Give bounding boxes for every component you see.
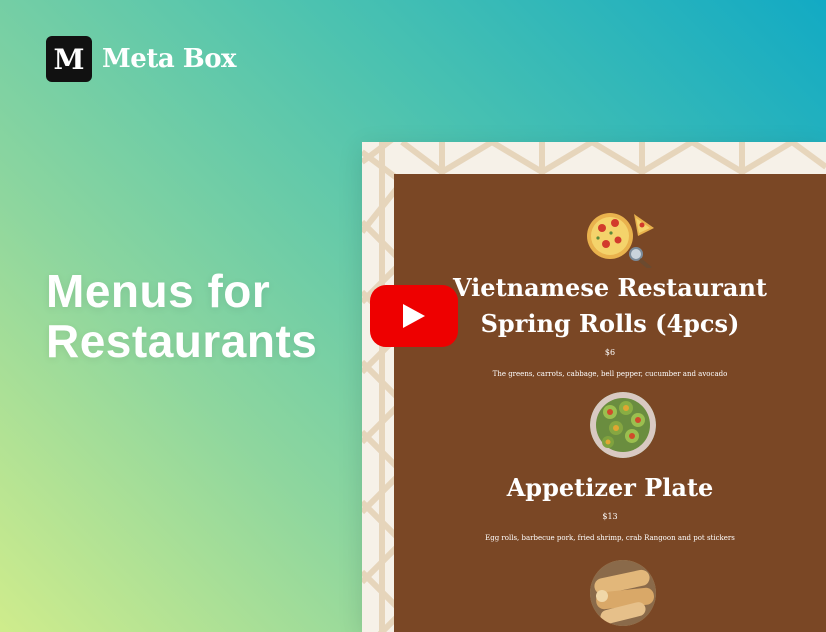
menu-preview: Vietnamese Restaurant Spring Rolls (4pcs…	[362, 142, 826, 632]
dish-price: $13	[602, 512, 618, 521]
youtube-play-icon	[403, 304, 425, 328]
dish-title-line: Vietnamese Restaurant	[452, 273, 767, 302]
dish-price: $6	[604, 348, 616, 357]
appetizer-photo	[590, 392, 656, 458]
dish-title: Vietnamese Restaurant Spring Rolls (4pcs…	[394, 270, 826, 342]
dish-title: Appetizer Plate	[506, 473, 714, 502]
headline-line-1: Menus for	[46, 265, 271, 317]
dish-description: The greens, carrots, cabbage, bell peppe…	[492, 370, 728, 378]
menu-panel: Vietnamese Restaurant Spring Rolls (4pcs…	[394, 174, 826, 632]
egg-rolls-photo	[590, 560, 656, 626]
pizza-icon	[586, 206, 658, 271]
brand: M Meta Box	[46, 36, 237, 82]
meta-box-logo-icon: M	[46, 36, 92, 82]
video-play-button[interactable]	[370, 285, 458, 347]
page-headline: Menus for Restaurants	[46, 266, 356, 366]
dish-title-line: Spring Rolls (4pcs)	[480, 309, 740, 338]
dish-description: Egg rolls, barbecue pork, fried shrimp, …	[485, 534, 735, 542]
brand-name: Meta Box	[102, 44, 237, 74]
headline-line-2: Restaurants	[46, 315, 318, 367]
